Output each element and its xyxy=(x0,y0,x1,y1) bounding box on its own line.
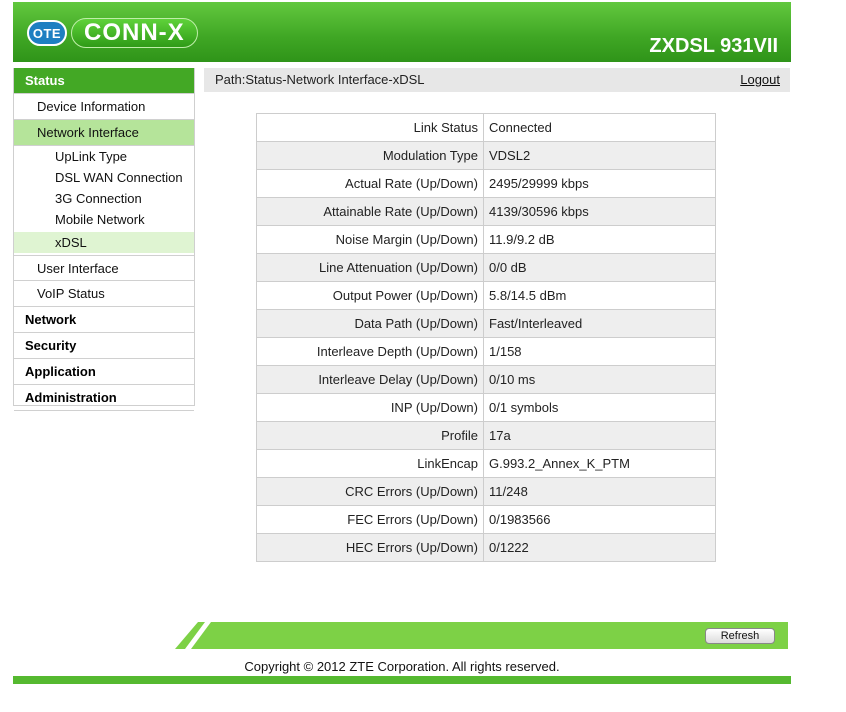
stat-value: 0/1 symbols xyxy=(483,393,716,422)
table-row: Interleave Depth (Up/Down) 1/158 xyxy=(256,337,716,366)
stat-label: Profile xyxy=(256,421,484,450)
logo-text: CONN-X xyxy=(71,18,198,48)
table-row: Noise Margin (Up/Down) 11.9/9.2 dB xyxy=(256,225,716,254)
stat-value: 0/1983566 xyxy=(483,505,716,534)
stat-value: 2495/29999 kbps xyxy=(483,169,716,198)
stat-label: Interleave Depth (Up/Down) xyxy=(256,337,484,366)
stat-label: HEC Errors (Up/Down) xyxy=(256,533,484,562)
router-page: OTE CONN-X ZXDSL 931VII Status Device In… xyxy=(13,0,791,686)
table-row: CRC Errors (Up/Down) 11/248 xyxy=(256,477,716,506)
bottom-bar xyxy=(13,676,791,684)
stat-value: 0/0 dB xyxy=(483,253,716,282)
sidebar-item-dsl-wan-connection[interactable]: DSL WAN Connection xyxy=(14,167,194,188)
decorative-stripes xyxy=(171,622,221,649)
logo: OTE CONN-X xyxy=(27,18,198,48)
sidebar-item-3g-connection[interactable]: 3G Connection xyxy=(14,188,194,209)
table-row: Attainable Rate (Up/Down) 4139/30596 kbps xyxy=(256,197,716,226)
table-row: Modulation Type VDSL2 xyxy=(256,141,716,170)
stat-label: Link Status xyxy=(256,113,484,142)
stat-value: G.993.2_Annex_K_PTM xyxy=(483,449,716,478)
stat-label: LinkEncap xyxy=(256,449,484,478)
table-row: Output Power (Up/Down) 5.8/14.5 dBm xyxy=(256,281,716,310)
stat-label: FEC Errors (Up/Down) xyxy=(256,505,484,534)
stat-label: Data Path (Up/Down) xyxy=(256,309,484,338)
stat-value: 0/1222 xyxy=(483,533,716,562)
sidebar: Status Device Information Network Interf… xyxy=(13,68,195,411)
table-row: INP (Up/Down) 0/1 symbols xyxy=(256,393,716,422)
table-row: Actual Rate (Up/Down) 2495/29999 kbps xyxy=(256,169,716,198)
table-row: Line Attenuation (Up/Down) 0/0 dB xyxy=(256,253,716,282)
sidebar-item-application[interactable]: Application xyxy=(14,359,194,385)
sidebar-item-user-interface[interactable]: User Interface xyxy=(14,255,194,281)
stat-label: CRC Errors (Up/Down) xyxy=(256,477,484,506)
table-row: LinkEncap G.993.2_Annex_K_PTM xyxy=(256,449,716,478)
header-bar: OTE CONN-X ZXDSL 931VII xyxy=(13,2,791,62)
logout-link[interactable]: Logout xyxy=(740,68,780,92)
table-row: HEC Errors (Up/Down) 0/1222 xyxy=(256,533,716,562)
table-row: FEC Errors (Up/Down) 0/1983566 xyxy=(256,505,716,534)
sidebar-item-device-information[interactable]: Device Information xyxy=(14,94,194,120)
sidebar-item-mobile-network[interactable]: Mobile Network xyxy=(14,209,194,230)
stat-label: Modulation Type xyxy=(256,141,484,170)
sidebar-item-status[interactable]: Status xyxy=(14,68,194,94)
stat-value: 5.8/14.5 dBm xyxy=(483,281,716,310)
footer-bar: Refresh xyxy=(171,622,788,649)
stat-value: 4139/30596 kbps xyxy=(483,197,716,226)
stat-value: 11/248 xyxy=(483,477,716,506)
stat-value: Fast/Interleaved xyxy=(483,309,716,338)
sidebar-item-xdsl[interactable]: xDSL xyxy=(14,232,194,253)
stat-label: INP (Up/Down) xyxy=(256,393,484,422)
refresh-button[interactable]: Refresh xyxy=(705,628,775,644)
logo-badge: OTE xyxy=(27,20,67,46)
stat-value: 1/158 xyxy=(483,337,716,366)
sidebar-item-administration[interactable]: Administration xyxy=(14,385,194,411)
device-model: ZXDSL 931VII xyxy=(649,35,778,57)
sidebar-item-network-interface[interactable]: Network Interface xyxy=(14,120,194,146)
table-row: Interleave Delay (Up/Down) 0/10 ms xyxy=(256,365,716,394)
stat-label: Line Attenuation (Up/Down) xyxy=(256,253,484,282)
stat-value: Connected xyxy=(483,113,716,142)
stat-value: VDSL2 xyxy=(483,141,716,170)
stat-label: Actual Rate (Up/Down) xyxy=(256,169,484,198)
breadcrumb: Path:Status-Network Interface-xDSL xyxy=(215,72,425,87)
table-row: Profile 17a xyxy=(256,421,716,450)
stat-label: Noise Margin (Up/Down) xyxy=(256,225,484,254)
copyright-text: Copyright © 2012 ZTE Corporation. All ri… xyxy=(244,659,560,674)
stat-label: Interleave Delay (Up/Down) xyxy=(256,365,484,394)
table-row: Data Path (Up/Down) Fast/Interleaved xyxy=(256,309,716,338)
stat-value: 0/10 ms xyxy=(483,365,716,394)
stat-value: 17a xyxy=(483,421,716,450)
sidebar-item-uplink-type[interactable]: UpLink Type xyxy=(14,146,194,167)
stat-value: 11.9/9.2 dB xyxy=(483,225,716,254)
sidebar-item-voip-status[interactable]: VoIP Status xyxy=(14,281,194,307)
table-row: Link Status Connected xyxy=(256,113,716,142)
stat-label: Output Power (Up/Down) xyxy=(256,281,484,310)
xdsl-status-table: Link Status Connected Modulation Type VDSL2… xyxy=(256,113,716,562)
sidebar-item-network[interactable]: Network xyxy=(14,307,194,333)
stat-label: Attainable Rate (Up/Down) xyxy=(256,197,484,226)
breadcrumb-bar: Path:Status-Network Interface-xDSL Logou… xyxy=(204,68,790,92)
sidebar-item-security[interactable]: Security xyxy=(14,333,194,359)
